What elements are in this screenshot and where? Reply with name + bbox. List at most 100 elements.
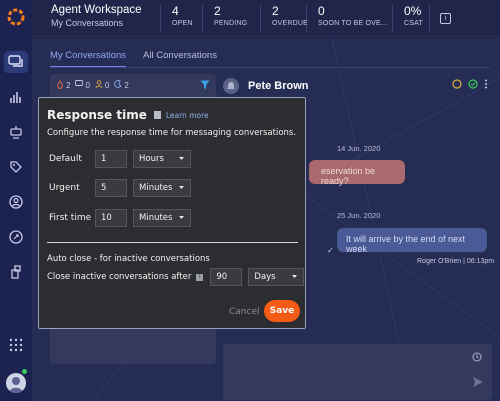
dialog-title-row: Response time Learn more	[47, 108, 209, 122]
save-button[interactable]: Save	[264, 300, 300, 322]
auto-close-label: Close inactive conversations after	[47, 272, 192, 282]
response-time-dialog: Response time Learn more Configure the r…	[38, 97, 306, 329]
learn-more-link[interactable]: Learn more	[166, 111, 209, 120]
bell-icon	[223, 78, 239, 94]
chevron-down-icon	[178, 184, 185, 194]
select-value: Hours	[139, 154, 164, 164]
filter-snoozed[interactable]: 2	[114, 80, 129, 90]
online-status-dot	[21, 368, 28, 375]
row-label: First time	[49, 213, 92, 223]
auto-close-unit-select[interactable]: Days	[248, 268, 305, 286]
funnel-icon[interactable]	[200, 80, 210, 92]
date-separator: 25 Jun. 2020	[337, 211, 381, 220]
auto-close-row: Close inactive conversations after i 90 …	[47, 268, 305, 286]
outgoing-message: It will arrive by the end of next week	[337, 228, 487, 254]
select-value: Days	[254, 272, 276, 282]
stat-csat[interactable]: 0% CSAT	[393, 4, 430, 32]
default-unit-select[interactable]: Hours	[133, 150, 191, 168]
stat-label: OPEN	[172, 20, 193, 27]
speech-icon	[75, 80, 84, 90]
compose-box[interactable]	[223, 344, 492, 400]
clock-icon[interactable]	[472, 352, 482, 365]
stat-value: 2	[272, 4, 279, 18]
chat-icon[interactable]	[4, 51, 28, 73]
top-header: Agent Workspace My Conversations 4 OPEN …	[32, 0, 500, 37]
stat-value: 2	[214, 4, 221, 18]
tabs-divider	[50, 67, 490, 68]
moon-icon	[114, 80, 123, 90]
delivered-check-icon: ✓	[327, 246, 334, 255]
cancel-button[interactable]: Cancel	[229, 307, 260, 317]
stat-label: OVERDUE	[272, 20, 309, 27]
stat-open[interactable]: 4 OPEN	[161, 4, 203, 32]
tab-my-conversations[interactable]: My Conversations	[50, 50, 127, 68]
row-label: Urgent	[49, 183, 80, 193]
brand-logo-icon[interactable]	[4, 5, 28, 29]
first-time-unit-select[interactable]: Minutes	[133, 209, 191, 227]
filter-count: 0	[104, 80, 110, 90]
more-options-icon[interactable]	[484, 79, 488, 92]
stat-value: 0%	[404, 4, 422, 18]
select-value: Minutes	[139, 213, 173, 223]
workspace-switcher[interactable]: Agent Workspace My Conversations	[32, 4, 161, 32]
stat-overdue[interactable]: 2 OVERDUE	[261, 4, 309, 32]
chevron-down-icon	[178, 214, 185, 224]
first-time-row: First time 10 Minutes	[49, 209, 191, 227]
robot-icon[interactable]	[4, 121, 28, 143]
tag-icon[interactable]	[4, 156, 28, 178]
stat-label: PENDING	[214, 20, 248, 27]
filter-count: 2	[66, 80, 71, 90]
chevron-down-icon	[178, 155, 185, 165]
message-meta: Roger O'Brien | 06:13pm	[417, 258, 495, 265]
workspace-title: Agent Workspace	[51, 4, 142, 16]
default-time-row: Default 1 Hours	[49, 150, 191, 168]
rocket-icon[interactable]	[4, 226, 28, 248]
auto-close-heading: Auto close - for inactive conversations	[47, 254, 210, 264]
filter-count: 2	[124, 80, 129, 90]
dialog-title: Response time	[47, 108, 147, 122]
workspace-subtitle: My Conversations	[51, 18, 124, 28]
urgent-time-input[interactable]: 5	[95, 179, 127, 197]
building-icon[interactable]	[4, 261, 28, 283]
chevron-down-icon	[291, 273, 298, 283]
left-nav-rail	[0, 0, 32, 401]
first-time-input[interactable]: 10	[95, 209, 127, 227]
row-label: Default	[49, 154, 82, 164]
select-value: Minutes	[139, 183, 173, 193]
stat-label: CSAT	[404, 20, 423, 27]
conversation-header: Pete Brown	[223, 74, 492, 98]
document-icon	[153, 111, 161, 119]
dialog-divider	[47, 242, 298, 243]
stat-pending[interactable]: 2 PENDING	[203, 4, 261, 32]
apps-grid-icon[interactable]	[9, 338, 23, 355]
filter-assigned[interactable]: 0	[95, 80, 109, 90]
default-time-input[interactable]: 1	[95, 150, 127, 168]
urgent-time-row: Urgent 5 Minutes	[49, 179, 191, 197]
resolve-check-icon[interactable]	[468, 79, 478, 92]
snooze-icon[interactable]	[452, 79, 462, 92]
stat-soon-overdue[interactable]: 0 SOON TO BE OVE...	[307, 4, 393, 32]
user-icon[interactable]	[4, 191, 28, 213]
urgent-unit-select[interactable]: Minutes	[133, 179, 191, 197]
stat-value: 0	[318, 4, 325, 18]
incoming-message: eservation be ready?	[309, 160, 405, 186]
info-icon[interactable]: i	[440, 12, 451, 24]
flame-icon	[56, 79, 64, 91]
contact-name: Pete Brown	[248, 80, 309, 92]
conversation-actions	[446, 79, 488, 92]
conversation-tabs: My Conversations All Conversations	[50, 50, 234, 68]
date-separator: 14 Jun. 2020	[337, 144, 381, 153]
auto-close-input[interactable]: 90	[210, 268, 243, 286]
stat-value: 4	[172, 4, 179, 18]
tab-all-conversations[interactable]: All Conversations	[143, 50, 217, 68]
filter-urgent[interactable]: 2	[56, 79, 71, 91]
person-icon	[95, 80, 103, 90]
bar-chart-icon[interactable]	[4, 86, 28, 108]
send-icon[interactable]	[472, 376, 484, 391]
avatar[interactable]	[6, 373, 26, 393]
dialog-description: Configure the response time for messagin…	[47, 128, 297, 138]
filter-count: 0	[85, 80, 90, 90]
info-icon[interactable]: i	[196, 273, 204, 281]
filter-bar: 2 0 0 2	[50, 74, 216, 96]
filter-unread[interactable]: 0	[75, 80, 90, 90]
